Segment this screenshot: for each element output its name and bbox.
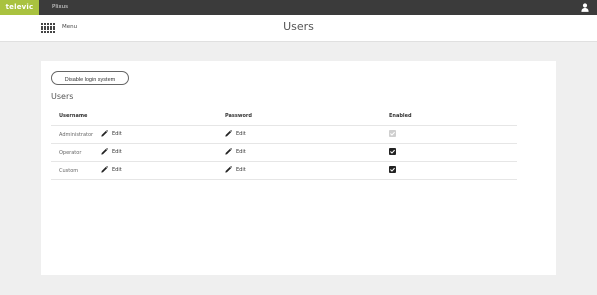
edit-password-button[interactable]: Edit [225, 148, 246, 155]
username-cell: Custom [59, 168, 79, 174]
table-row: Administrator Edit Edit [51, 126, 517, 144]
edit-label: Edit [236, 130, 246, 137]
pencil-icon [225, 148, 232, 155]
section-title: Users [51, 92, 74, 101]
edit-label: Edit [236, 148, 246, 155]
column-header-enabled: Enabled [389, 113, 412, 119]
enabled-checkbox [389, 130, 396, 137]
users-table: Username Password Enabled Administrator … [51, 108, 517, 180]
column-header-password: Password [225, 113, 252, 119]
table-header: Username Password Enabled [51, 108, 517, 126]
sub-header: Menu Users [0, 15, 597, 42]
edit-label: Edit [112, 148, 122, 155]
edit-user-button[interactable]: Edit [101, 130, 122, 137]
pencil-icon [101, 148, 108, 155]
table-row: Custom Edit Edit [51, 162, 517, 180]
edit-user-button[interactable]: Edit [101, 148, 122, 155]
user-icon[interactable] [581, 3, 589, 12]
users-card: Disable login system Users Username Pass… [41, 61, 556, 275]
disable-login-button[interactable]: Disable login system [51, 71, 129, 85]
table-row: Operator Edit Edit [51, 144, 517, 162]
check-icon [390, 149, 395, 154]
enabled-checkbox[interactable] [389, 148, 396, 155]
pencil-icon [101, 130, 108, 137]
username-cell: Administrator [59, 132, 94, 138]
pencil-icon [101, 166, 108, 173]
top-bar: televic Plixus [0, 0, 597, 15]
username-cell: Operator [59, 150, 82, 156]
edit-label: Edit [112, 166, 122, 173]
check-icon [390, 131, 395, 136]
edit-user-button[interactable]: Edit [101, 166, 122, 173]
edit-label: Edit [236, 166, 246, 173]
edit-password-button[interactable]: Edit [225, 130, 246, 137]
pencil-icon [225, 166, 232, 173]
brand-logo: televic [0, 0, 39, 15]
edit-password-button[interactable]: Edit [225, 166, 246, 173]
page-title: Users [283, 20, 314, 33]
column-header-username: Username [59, 113, 88, 119]
edit-label: Edit [112, 130, 122, 137]
pencil-icon [225, 130, 232, 137]
product-name: Plixus [52, 4, 68, 10]
check-icon [390, 167, 395, 172]
enabled-checkbox[interactable] [389, 166, 396, 173]
